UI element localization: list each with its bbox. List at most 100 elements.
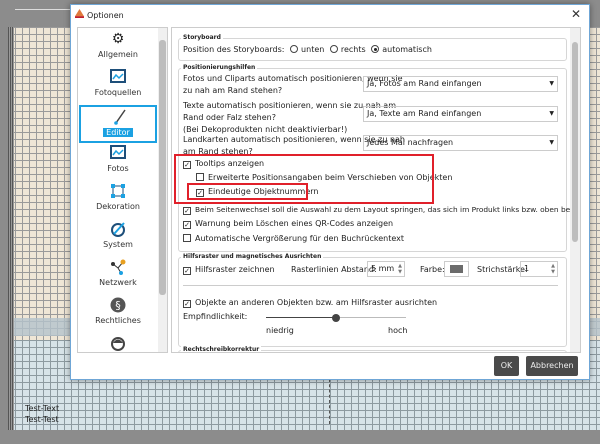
checkbox-icon[interactable]: ✓	[183, 267, 191, 275]
storyboard-label: Position des Storyboards:	[183, 45, 285, 54]
sidebar-item-label: Allgemein	[98, 50, 138, 59]
checkbox-objekte-ausrichten[interactable]: ✓ Objekte an anderen Objekten bzw. am Hil…	[183, 298, 437, 308]
sidebar-item-editor[interactable]: Editor	[79, 105, 157, 143]
radio-label: unten	[301, 45, 325, 54]
chevron-down-icon: ▼	[549, 139, 554, 146]
checkbox-icon[interactable]: ✓	[183, 207, 191, 215]
scrollbar-thumb[interactable]	[159, 40, 166, 295]
checkbox-hilfsraster[interactable]: ✓ Hilfsraster zeichnen	[183, 265, 275, 275]
system-icon	[110, 221, 126, 237]
sidebar-item-rechtliches[interactable]: § Rechtliches	[79, 295, 157, 333]
highlight-box	[187, 183, 308, 200]
color-picker[interactable]	[444, 261, 469, 277]
radio-rechts[interactable]	[329, 45, 338, 53]
dropdown-value: Ja, Fotos am Rand einfangen	[367, 79, 482, 88]
dropdown-value: Jedes Mal nachfragen	[367, 138, 454, 147]
close-icon[interactable]: ✕	[571, 7, 581, 21]
group-title: Rechtschreibkorrektur	[181, 346, 262, 353]
checkbox-label: Warnung beim Löschen eines QR-Codes anze…	[195, 219, 394, 228]
editor-settings-panel: Storyboard Position des Storyboards: unt…	[171, 27, 581, 353]
cancel-button[interactable]: Abbrechen	[526, 356, 578, 376]
checkbox-icon[interactable]: ✓	[183, 221, 191, 229]
fold-line	[329, 379, 330, 424]
sidebar-item-label: Rechtliches	[95, 316, 141, 325]
canvas-text[interactable]: Test-Text	[25, 404, 59, 413]
checkbox-label: Automatische Vergrößerung für den Buchrü…	[195, 234, 404, 243]
brush-icon	[112, 109, 128, 125]
radio-automatisch[interactable]	[371, 45, 380, 53]
fotos-position-dropdown[interactable]: Ja, Fotos am Rand einfangen ▼	[363, 76, 558, 92]
sidebar-item-label: Fotoquellen	[94, 88, 142, 97]
spacing-stepper[interactable]: 5 mm ▲ ▼	[367, 261, 405, 277]
app-icon	[75, 9, 84, 18]
scrollbar-thumb[interactable]	[572, 42, 578, 242]
checkbox-buchruecken[interactable]: Automatische Vergrößerung für den Buchrü…	[183, 234, 404, 243]
color-label: Farbe:	[420, 265, 445, 274]
page-edge	[8, 27, 14, 430]
sidebar-item-support[interactable]	[79, 333, 157, 352]
options-sidebar: ⚙ Allgemein Fotoquellen Editor Fotos Deko…	[77, 27, 168, 353]
dialog-title: Optionen	[87, 11, 124, 20]
color-swatch	[450, 265, 463, 273]
support-icon	[110, 335, 126, 351]
checkbox-qr-warnung[interactable]: ✓ Warnung beim Löschen eines QR-Codes anz…	[183, 219, 393, 229]
ok-button[interactable]: OK	[494, 356, 519, 376]
image-icon	[110, 145, 126, 161]
radio-label: rechts	[340, 45, 366, 54]
sensitivity-label: Empfindlichkeit:	[183, 312, 248, 321]
stroke-stepper[interactable]: 1 ▲ ▼	[520, 261, 558, 277]
slider-low-label: niedrig	[266, 326, 294, 335]
storyboard-position-row: Position des Storyboards: unten rechts a…	[183, 45, 432, 54]
sidebar-item-system[interactable]: System	[79, 219, 157, 257]
checkbox-icon[interactable]: ✓	[183, 300, 191, 308]
group-title: Hilfsraster und magnetisches Ausrichten	[181, 253, 324, 260]
radio-label: automatisch	[382, 45, 432, 54]
slider-fill	[266, 317, 336, 318]
sidebar-item-fotoquellen[interactable]: Fotoquellen	[79, 67, 157, 105]
stepper-value: 1	[524, 264, 530, 273]
checkbox-label: Beim Seitenwechsel soll die Auswahl zu d…	[195, 205, 581, 214]
slider-thumb[interactable]	[332, 314, 340, 322]
sidebar-scrollbar[interactable]	[158, 28, 167, 352]
sidebar-item-netzwerk[interactable]: Netzwerk	[79, 257, 157, 295]
dropdown-value: Ja, Texte am Rand einfangen	[367, 109, 482, 118]
radio-unten[interactable]	[290, 45, 299, 53]
checkbox-icon[interactable]	[183, 234, 191, 242]
sidebar-item-allgemein[interactable]: ⚙ Allgemein	[79, 29, 157, 67]
checkbox-label: Hilfsraster zeichnen	[195, 265, 275, 274]
fotos-label: zu nah am Rand stehen?	[183, 86, 283, 95]
network-icon	[110, 259, 126, 275]
texte-label: Rand oder Falz stehen?	[183, 113, 276, 122]
canvas-text[interactable]: Test-Test	[25, 415, 59, 424]
chevron-down-icon: ▼	[549, 110, 554, 117]
stepper-arrows-icon[interactable]: ▲ ▼	[551, 263, 555, 275]
stepper-arrows-icon[interactable]: ▲ ▼	[398, 263, 402, 275]
chevron-down-icon: ▼	[549, 80, 554, 87]
paragraph-icon: §	[110, 297, 126, 313]
sidebar-item-dekoration[interactable]: Dekoration	[79, 181, 157, 219]
stepper-value: 5 mm	[371, 264, 395, 273]
sidebar-item-fotos[interactable]: Fotos	[79, 143, 157, 181]
spacing-label: Rasterlinien Abstand:	[291, 265, 377, 274]
content-scrollbar[interactable]	[570, 28, 580, 352]
sidebar-item-label: Editor	[81, 128, 155, 137]
image-icon	[110, 69, 126, 85]
checkbox-seitenwechsel[interactable]: ✓ Beim Seitenwechsel soll die Auswahl zu …	[183, 205, 581, 215]
group-title: Positionierungshilfen	[181, 64, 258, 71]
texte-label: (Bei Dekoprodukten nicht deaktivierbar!)	[183, 125, 348, 134]
texte-position-dropdown[interactable]: Ja, Texte am Rand einfangen ▼	[363, 106, 558, 122]
frame-icon	[110, 183, 126, 199]
group-title: Storyboard	[181, 34, 223, 41]
slider-high-label: hoch	[388, 326, 408, 335]
sidebar-item-label: Fotos	[107, 164, 129, 173]
sidebar-item-label: Netzwerk	[99, 278, 137, 287]
options-dialog: Optionen ✕ ⚙ Allgemein Fotoquellen Editor…	[70, 4, 590, 380]
sensitivity-slider[interactable]	[266, 314, 406, 322]
sidebar-item-label: Dekoration	[96, 202, 140, 211]
svg-text:§: §	[115, 299, 121, 312]
gear-icon: ⚙	[111, 31, 125, 47]
sidebar-item-label: System	[103, 240, 133, 249]
divider	[183, 285, 558, 286]
karten-position-dropdown[interactable]: Jedes Mal nachfragen ▼	[363, 135, 558, 151]
checkbox-label: Objekte an anderen Objekten bzw. am Hilf…	[195, 298, 438, 307]
